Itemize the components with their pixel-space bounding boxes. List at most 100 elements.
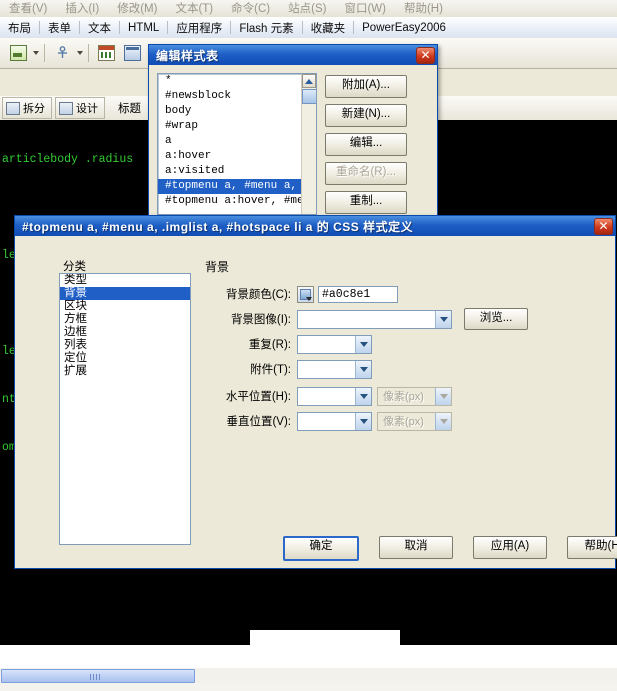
category-item-border[interactable]: 边框	[60, 326, 190, 339]
attachment-select[interactable]	[297, 359, 372, 379]
background-color-input[interactable]	[318, 285, 398, 303]
background-image-select[interactable]	[297, 309, 452, 329]
view-split-label: 拆分	[23, 103, 45, 115]
application-window: 查看(V) 插入(I) 修改(M) 文本(T) 命令(C) 站点(S) 窗口(W…	[0, 0, 617, 691]
divider	[88, 44, 89, 62]
insert-window-button[interactable]	[120, 42, 144, 65]
insert-table-button[interactable]	[94, 42, 118, 65]
menu-item-window[interactable]: 窗口(W)	[335, 0, 395, 17]
horizontal-position-label: 水平位置(H):	[225, 391, 291, 403]
vertical-position-select[interactable]	[297, 411, 372, 431]
color-picker-icon[interactable]	[297, 285, 314, 303]
insert-tab-layout[interactable]: 布局	[0, 20, 39, 36]
list-item[interactable]: a:visited	[158, 164, 316, 179]
attachment-label: 附件(T):	[250, 364, 291, 376]
list-item[interactable]: a:hover	[158, 149, 316, 164]
insert-tab-forms[interactable]: 表单	[40, 20, 79, 36]
field-background-color: 背景颜色(C):	[205, 284, 398, 304]
category-list[interactable]: 类型 背景 区块 方框 边框 列表 定位 扩展	[59, 273, 191, 545]
insert-bar: 布局 表单 文本 HTML 应用程序 Flash 元素 收藏夹 PowerEas…	[0, 17, 617, 39]
horizontal-position-unit-label: 像素(px)	[383, 391, 424, 403]
duplicate-button[interactable]: 重制...	[325, 191, 407, 214]
field-background-image: 背景图像(I): 浏览...	[205, 308, 528, 330]
menu-item-view[interactable]: 查看(V)	[0, 0, 56, 17]
field-attachment: 附件(T):	[205, 359, 372, 379]
list-item[interactable]: #wrap	[158, 119, 316, 134]
list-item[interactable]: a	[158, 134, 316, 149]
vertical-position-unit-label: 像素(px)	[383, 416, 424, 428]
edit-stylesheet-dialog: 编辑样式表 ✕ * #newsblock body #wrap a a:hove…	[148, 44, 438, 216]
scrollbar-grip-icon	[90, 674, 102, 680]
list-item[interactable]: body	[158, 104, 316, 119]
insert-anchor-button[interactable]	[50, 42, 74, 65]
repeat-label: 重复(R):	[248, 339, 291, 351]
ok-button[interactable]: 确定	[283, 536, 359, 561]
chevron-down-icon	[435, 310, 451, 328]
list-item[interactable]: #newsblock	[158, 89, 316, 104]
category-item-background[interactable]: 背景	[60, 287, 190, 300]
css-rule-dialog-buttons: 确定 取消 应用(A) 帮助(H)	[283, 536, 617, 561]
vertical-position-unit-select: 像素(px)	[377, 411, 452, 431]
list-item[interactable]: *	[158, 74, 316, 89]
category-item-list[interactable]: 列表	[60, 339, 190, 352]
css-rule-definition-dialog: #topmenu a, #menu a, .imglist a, #hotspa…	[14, 215, 617, 569]
category-item-block[interactable]: 区块	[60, 300, 190, 313]
new-button[interactable]: 新建(N)...	[325, 104, 407, 127]
insert-tab-html[interactable]: HTML	[120, 22, 167, 34]
list-vertical-scrollbar[interactable]	[301, 74, 316, 214]
css-rule-titlebar[interactable]: #topmenu a, #menu a, .imglist a, #hotspa…	[15, 216, 615, 236]
menu-item-commands[interactable]: 命令(C)	[222, 0, 279, 17]
scrollbar-thumb[interactable]	[302, 89, 316, 104]
close-icon[interactable]: ✕	[416, 46, 435, 64]
chevron-down-icon	[355, 412, 371, 430]
edit-stylesheet-titlebar[interactable]: 编辑样式表 ✕	[149, 45, 437, 65]
attach-button[interactable]: 附加(A)...	[325, 75, 407, 98]
stylesheet-action-buttons: 附加(A)... 新建(N)... 编辑... 重命名(R)... 重制...	[325, 73, 407, 215]
view-split-button[interactable]: 拆分	[2, 97, 52, 119]
close-icon[interactable]: ✕	[594, 217, 613, 235]
chevron-down-icon	[355, 335, 371, 353]
repeat-select[interactable]	[297, 334, 372, 354]
insert-tab-flash[interactable]: Flash 元素	[231, 20, 301, 36]
horizontal-scrollbar[interactable]	[0, 668, 617, 683]
category-item-extensions[interactable]: 扩展	[60, 365, 190, 378]
insert-document-button[interactable]	[6, 42, 30, 65]
menu-item-modify[interactable]: 修改(M)	[108, 0, 166, 17]
section-title-background: 背景	[205, 260, 230, 274]
document-title-label: 标题	[118, 103, 141, 115]
category-item-positioning[interactable]: 定位	[60, 352, 190, 365]
menu-item-insert[interactable]: 插入(I)	[56, 0, 108, 17]
background-color-label: 背景颜色(C):	[225, 289, 291, 301]
insert-tab-powereasy[interactable]: PowerEasy2006	[354, 22, 454, 34]
horizontal-position-unit-select: 像素(px)	[377, 386, 452, 406]
category-item-type[interactable]: 类型	[60, 274, 190, 287]
cancel-button[interactable]: 取消	[379, 536, 453, 559]
anchor-icon	[57, 46, 67, 58]
help-button[interactable]: 帮助(H)	[567, 536, 617, 559]
list-item[interactable]: #topmenu a:hover, #mer	[158, 194, 316, 209]
status-bar	[0, 645, 617, 668]
insert-tab-favorites[interactable]: 收藏夹	[303, 20, 354, 36]
horizontal-position-select[interactable]	[297, 386, 372, 406]
css-rule-title: #topmenu a, #menu a, .imglist a, #hotspa…	[22, 219, 414, 234]
menu-item-text[interactable]: 文本(T)	[166, 0, 222, 17]
stylesheet-rule-list[interactable]: * #newsblock body #wrap a a:hover a:visi…	[157, 73, 317, 215]
chevron-down-icon[interactable]	[77, 51, 83, 55]
field-repeat: 重复(R):	[205, 334, 372, 354]
browse-button[interactable]: 浏览...	[464, 308, 528, 330]
menu-item-site[interactable]: 站点(S)	[279, 0, 335, 17]
insert-tab-application[interactable]: 应用程序	[168, 20, 230, 36]
scrollbar-thumb[interactable]	[1, 669, 195, 683]
apply-button[interactable]: 应用(A)	[473, 536, 547, 559]
list-item-selected[interactable]: #topmenu a, #menu a,	[158, 179, 316, 194]
menu-item-help[interactable]: 帮助(H)	[395, 0, 452, 17]
insert-tab-text[interactable]: 文本	[80, 20, 119, 36]
chevron-down-icon[interactable]	[33, 51, 39, 55]
category-item-box[interactable]: 方框	[60, 313, 190, 326]
scroll-up-button[interactable]	[302, 74, 316, 88]
rename-button: 重命名(R)...	[325, 162, 407, 185]
view-design-button[interactable]: 设计	[55, 97, 105, 119]
split-view-icon	[6, 101, 20, 115]
edit-button[interactable]: 编辑...	[325, 133, 407, 156]
divider	[44, 44, 45, 62]
